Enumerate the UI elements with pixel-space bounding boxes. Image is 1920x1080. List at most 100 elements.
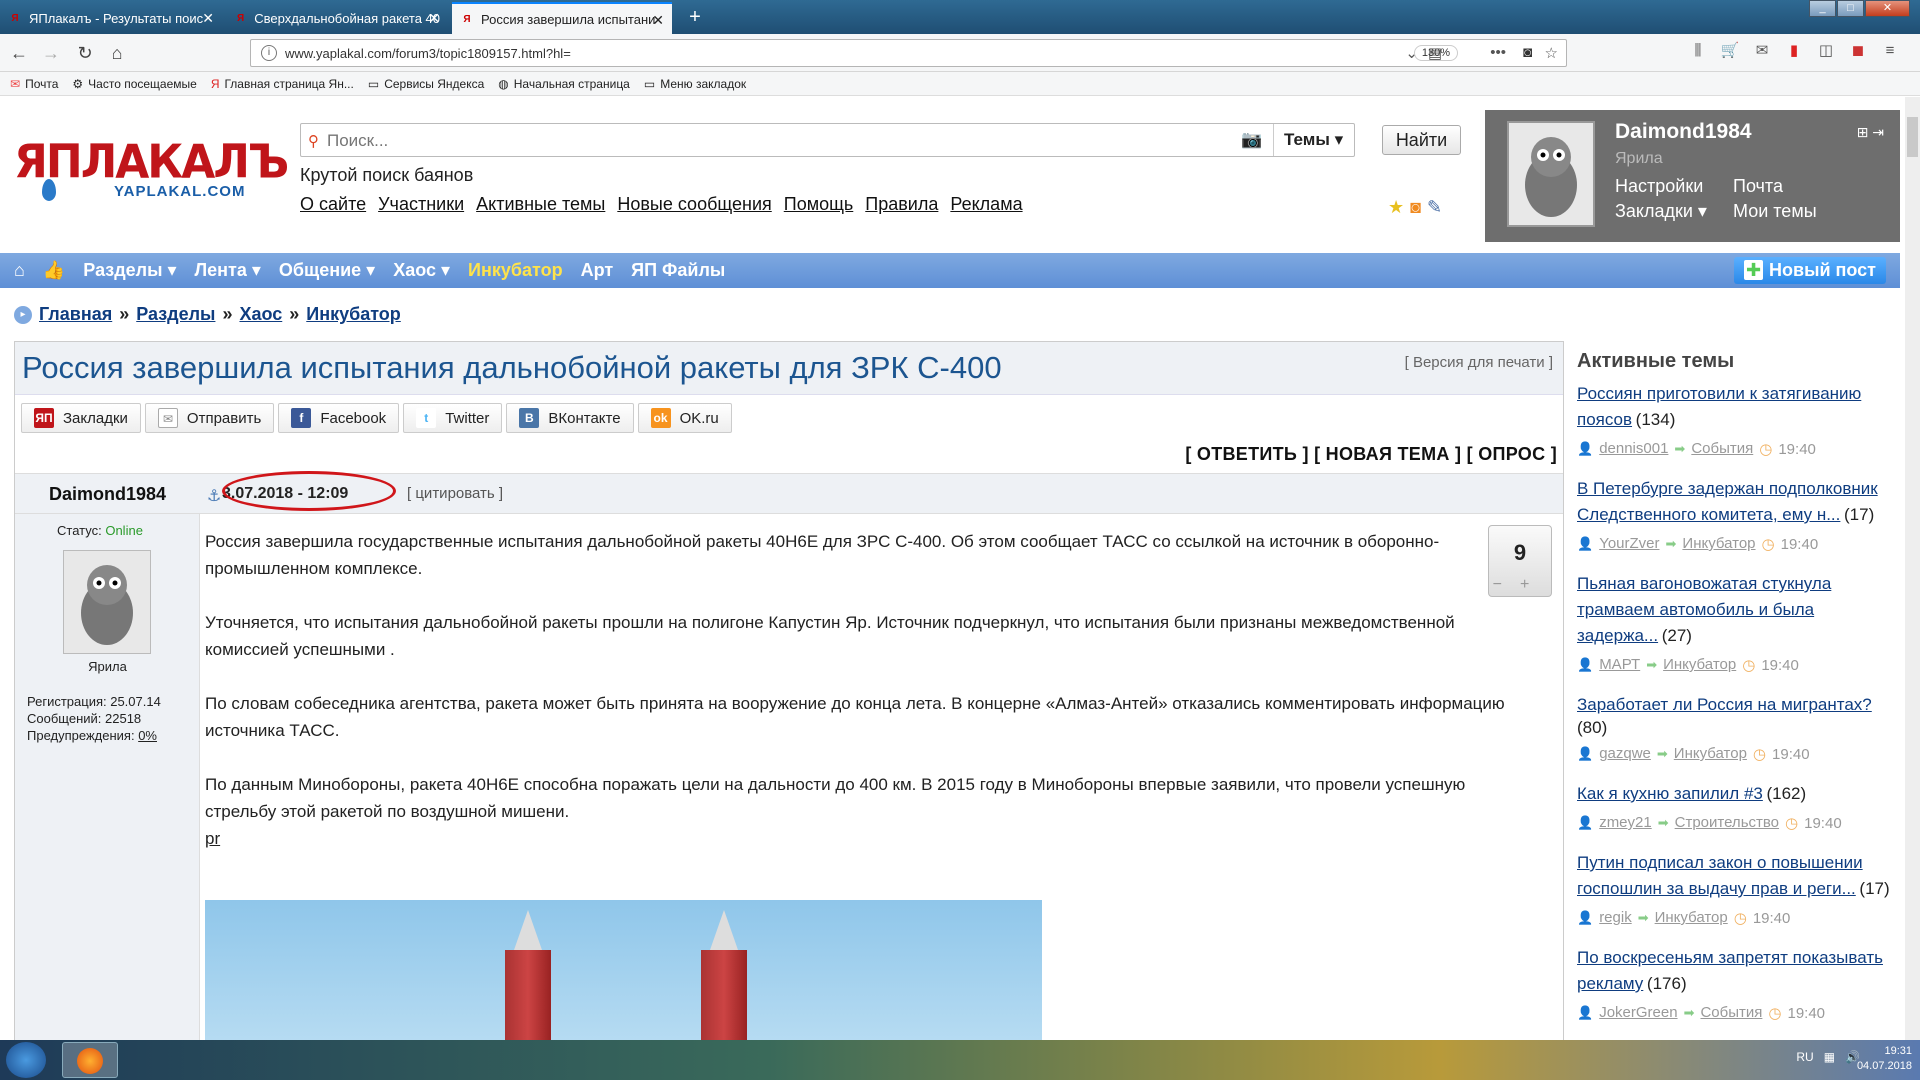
crumb-home[interactable]: Главная: [39, 304, 112, 325]
scrollbar-thumb[interactable]: [1907, 117, 1918, 157]
menu-files[interactable]: ЯП Файлы: [631, 260, 725, 281]
logout-icon[interactable]: ⇥: [1872, 124, 1884, 140]
star-icon[interactable]: ★: [1388, 197, 1404, 218]
share-send-button[interactable]: ✉ Отправить: [144, 403, 275, 433]
share-twitter-button[interactable]: t Twitter: [403, 403, 503, 433]
pocket-icon[interactable]: ◙: [1523, 44, 1532, 61]
username[interactable]: Daimond1984: [1615, 120, 1752, 144]
extensions-icon[interactable]: ◼: [1848, 40, 1868, 62]
menu-art[interactable]: Арт: [581, 260, 614, 281]
taskbar-firefox[interactable]: [62, 1042, 118, 1078]
new-post-button[interactable]: ✚ Новый пост: [1733, 257, 1886, 284]
network-icon[interactable]: ▦: [1824, 1050, 1835, 1064]
browser-tab-active[interactable]: Я Россия завершила испытани ✕: [452, 2, 672, 34]
crumb-incubator[interactable]: Инкубатор: [306, 304, 401, 325]
link-help[interactable]: Помощь: [784, 194, 854, 215]
topic-section-link[interactable]: Инкубатор: [1674, 741, 1747, 767]
topic-section-link[interactable]: Строительство: [1675, 810, 1779, 836]
bookmark-flag-icon[interactable]: ▮: [1784, 40, 1804, 62]
topic-user-link[interactable]: zmey21: [1599, 810, 1652, 836]
menu-talk[interactable]: Общение ▾: [279, 260, 375, 281]
site-logo[interactable]: ЯПЛАКАЛЪ YAPLAKAL.COM: [14, 139, 289, 211]
menu-chaos[interactable]: Хаос ▾: [393, 260, 450, 281]
cart-icon[interactable]: 🛒: [1720, 40, 1740, 62]
topic-link[interactable]: Россиян приготовили к затягиванию поясов: [1577, 384, 1861, 429]
bookmark-menu[interactable]: ▭ Меню закладок: [644, 77, 746, 91]
topic-user-link[interactable]: dennis001: [1599, 436, 1668, 462]
topic-section-link[interactable]: Инкубатор: [1663, 652, 1736, 678]
topic-user-link[interactable]: YourZver: [1599, 531, 1659, 557]
menu-incubator[interactable]: Инкубатор: [468, 260, 563, 281]
bookmark-yandex-home[interactable]: Я Главная страница Ян...: [211, 77, 354, 91]
home-icon[interactable]: ⌂: [106, 42, 128, 64]
share-facebook-button[interactable]: f Facebook: [278, 403, 400, 433]
topic-link[interactable]: Пьяная вагоновожатая стукнула трамваем а…: [1577, 574, 1831, 645]
topic-section-link[interactable]: Инкубатор: [1682, 531, 1755, 557]
topic-section-link[interactable]: Инкубатор: [1655, 905, 1728, 931]
close-tab-icon[interactable]: ✕: [202, 10, 214, 27]
quote-link[interactable]: цитировать: [415, 485, 494, 502]
menu-sections[interactable]: Разделы ▾: [83, 260, 176, 281]
my-topics-link[interactable]: Мои темы: [1733, 201, 1817, 222]
link-members[interactable]: Участники: [378, 194, 464, 215]
topic-link[interactable]: Как я кухню запилил #3: [1577, 784, 1763, 803]
share-ok-button[interactable]: ok OK.ru: [637, 403, 732, 433]
sidebar-icon[interactable]: ◫: [1816, 40, 1836, 62]
topic-link[interactable]: Заработает ли Россия на мигрантах?: [1577, 695, 1872, 714]
author-link[interactable]: Daimond1984: [49, 484, 166, 504]
clock[interactable]: 19:31 04.07.2018: [1857, 1044, 1912, 1074]
avatar[interactable]: [1507, 121, 1595, 227]
bookmarks-link[interactable]: Закладки ▾: [1615, 201, 1707, 222]
topic-link[interactable]: По воскресеньям запретят показывать рекл…: [1577, 948, 1883, 993]
share-bookmarks-button[interactable]: ЯП Закладки: [21, 403, 141, 433]
page-scrollbar[interactable]: [1905, 97, 1920, 1040]
menu-icon[interactable]: ≡: [1880, 40, 1900, 62]
camera-icon[interactable]: 📷: [1241, 130, 1262, 150]
topic-section-link[interactable]: События: [1691, 436, 1753, 462]
reply-actions[interactable]: [ ОТВЕТИТЬ ] [ НОВАЯ ТЕМА ] [ ОПРОС ]: [1185, 444, 1557, 465]
topic-link[interactable]: В Петербурге задержан подполковник Следс…: [1577, 479, 1878, 524]
start-button[interactable]: [6, 1042, 46, 1078]
topic-section-link[interactable]: События: [1700, 1000, 1762, 1026]
rss-icon[interactable]: ◙: [1410, 197, 1421, 218]
search-input[interactable]: [327, 129, 1227, 153]
close-window-button[interactable]: ✕: [1865, 0, 1910, 17]
menu-feed[interactable]: Лента ▾: [195, 260, 261, 281]
bookmark-yandex-services[interactable]: ▭ Сервисы Яндекса: [368, 77, 484, 91]
minimize-button[interactable]: _: [1809, 0, 1836, 17]
mail-link[interactable]: Почта: [1733, 176, 1783, 197]
browser-tab[interactable]: Я Сверхдальнобойная ракета 40 ✕: [226, 2, 448, 34]
link-ads[interactable]: Реклама: [950, 194, 1022, 215]
warnings-value[interactable]: 0%: [138, 728, 157, 743]
browser-tab[interactable]: Я ЯПлакалъ - Результаты поис ✕: [0, 2, 222, 34]
print-version-link[interactable]: Версия для печати: [1413, 354, 1545, 371]
back-icon[interactable]: ←: [8, 42, 30, 64]
mail-icon[interactable]: ✉: [1752, 40, 1772, 62]
bookmark-start-page[interactable]: ◍ Начальная страница: [498, 77, 630, 91]
link-new-messages[interactable]: Новые сообщения: [617, 194, 771, 215]
pencil-icon[interactable]: ✎: [1427, 197, 1442, 218]
bookmark-mail[interactable]: ✉ Почта: [10, 77, 58, 91]
find-button[interactable]: Найти: [1382, 125, 1461, 155]
language-indicator[interactable]: RU: [1796, 1050, 1813, 1064]
share-vk-button[interactable]: B ВКонтакте: [506, 403, 634, 433]
topic-link[interactable]: Путин подписал закон о повышении госпошл…: [1577, 853, 1863, 898]
settings-link[interactable]: Настройки: [1615, 176, 1703, 197]
maximize-button[interactable]: □: [1837, 0, 1864, 17]
crumb-sections[interactable]: Разделы: [136, 304, 215, 325]
author-avatar[interactable]: [63, 550, 151, 654]
close-tab-icon[interactable]: ✕: [652, 12, 664, 29]
page-actions-icon[interactable]: •••: [1490, 44, 1506, 61]
topic-user-link[interactable]: МАРТ: [1599, 652, 1640, 678]
topic-user-link[interactable]: gazqwe: [1599, 741, 1651, 767]
source-link[interactable]: pr: [205, 829, 220, 848]
library-icon[interactable]: ⫼: [1688, 40, 1708, 62]
address-bar[interactable]: i www.yaplakal.com/forum3/topic1809157.h…: [250, 39, 1567, 67]
bookmark-frequent[interactable]: ⚙ Часто посещаемые: [72, 77, 196, 91]
post-image[interactable]: [205, 900, 1042, 1040]
close-tab-icon[interactable]: ✕: [428, 10, 440, 27]
link-active-topics[interactable]: Активные темы: [476, 194, 605, 215]
search-scope-select[interactable]: Темы ▾: [1273, 124, 1353, 156]
forward-icon[interactable]: →: [40, 42, 62, 64]
thumbs-up-icon[interactable]: 👍: [43, 260, 65, 281]
